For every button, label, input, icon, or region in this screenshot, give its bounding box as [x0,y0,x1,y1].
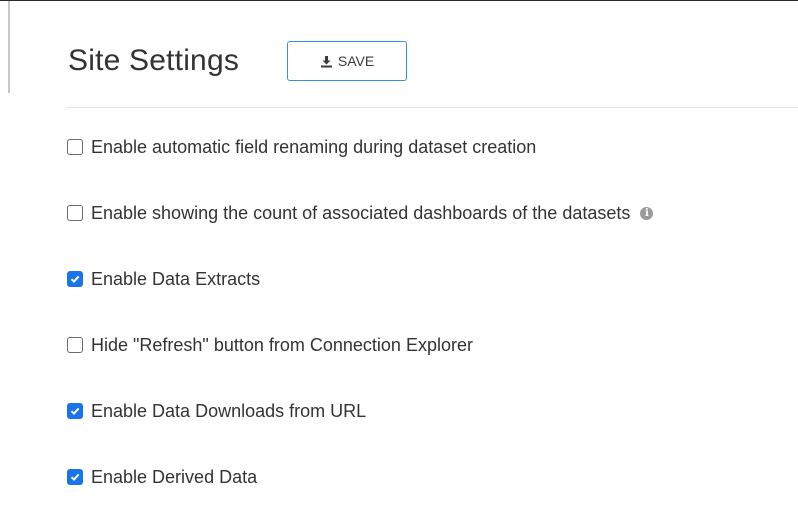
setting-data-extracts: Enable Data Extracts [67,261,798,297]
save-button[interactable]: SAVE [287,41,408,81]
setting-derived-data: Enable Derived Data [67,459,798,495]
download-icon [320,55,332,67]
setting-dashboard-count: Enable showing the count of associated d… [67,195,798,231]
checkmark-icon [70,473,80,482]
page-title: Site Settings [68,44,240,77]
setting-label: Enable showing the count of associated d… [91,202,631,223]
data-extracts-checkbox[interactable] [67,271,83,287]
header-divider [66,107,798,108]
derived-data-checkbox[interactable] [67,469,83,485]
info-icon[interactable]: i [640,206,654,220]
setting-label: Enable automatic field renaming during d… [91,136,537,157]
setting-label: Enable Data Downloads from URL [91,400,367,421]
setting-label: Hide "Refresh" button from Connection Ex… [91,334,473,355]
auto-field-renaming-checkbox[interactable] [67,139,83,155]
left-edge-divider [8,1,10,93]
settings-list: Enable automatic field renaming during d… [67,129,798,510]
data-downloads-url-checkbox[interactable] [67,403,83,419]
page-header: Site Settings SAVE [68,31,408,91]
site-settings-panel: Site Settings SAVE Enable automatic fiel… [0,0,798,510]
setting-hide-refresh: Hide "Refresh" button from Connection Ex… [67,327,798,363]
hide-refresh-checkbox[interactable] [67,337,83,353]
save-button-label: SAVE [337,53,375,69]
setting-auto-field-renaming: Enable automatic field renaming during d… [67,129,798,165]
setting-data-downloads-url: Enable Data Downloads from URL [67,393,798,429]
checkmark-icon [70,407,80,416]
setting-label: Enable Data Extracts [91,268,261,289]
checkmark-icon [70,275,80,284]
setting-label: Enable Derived Data [91,466,258,487]
dashboard-count-checkbox[interactable] [67,205,83,221]
